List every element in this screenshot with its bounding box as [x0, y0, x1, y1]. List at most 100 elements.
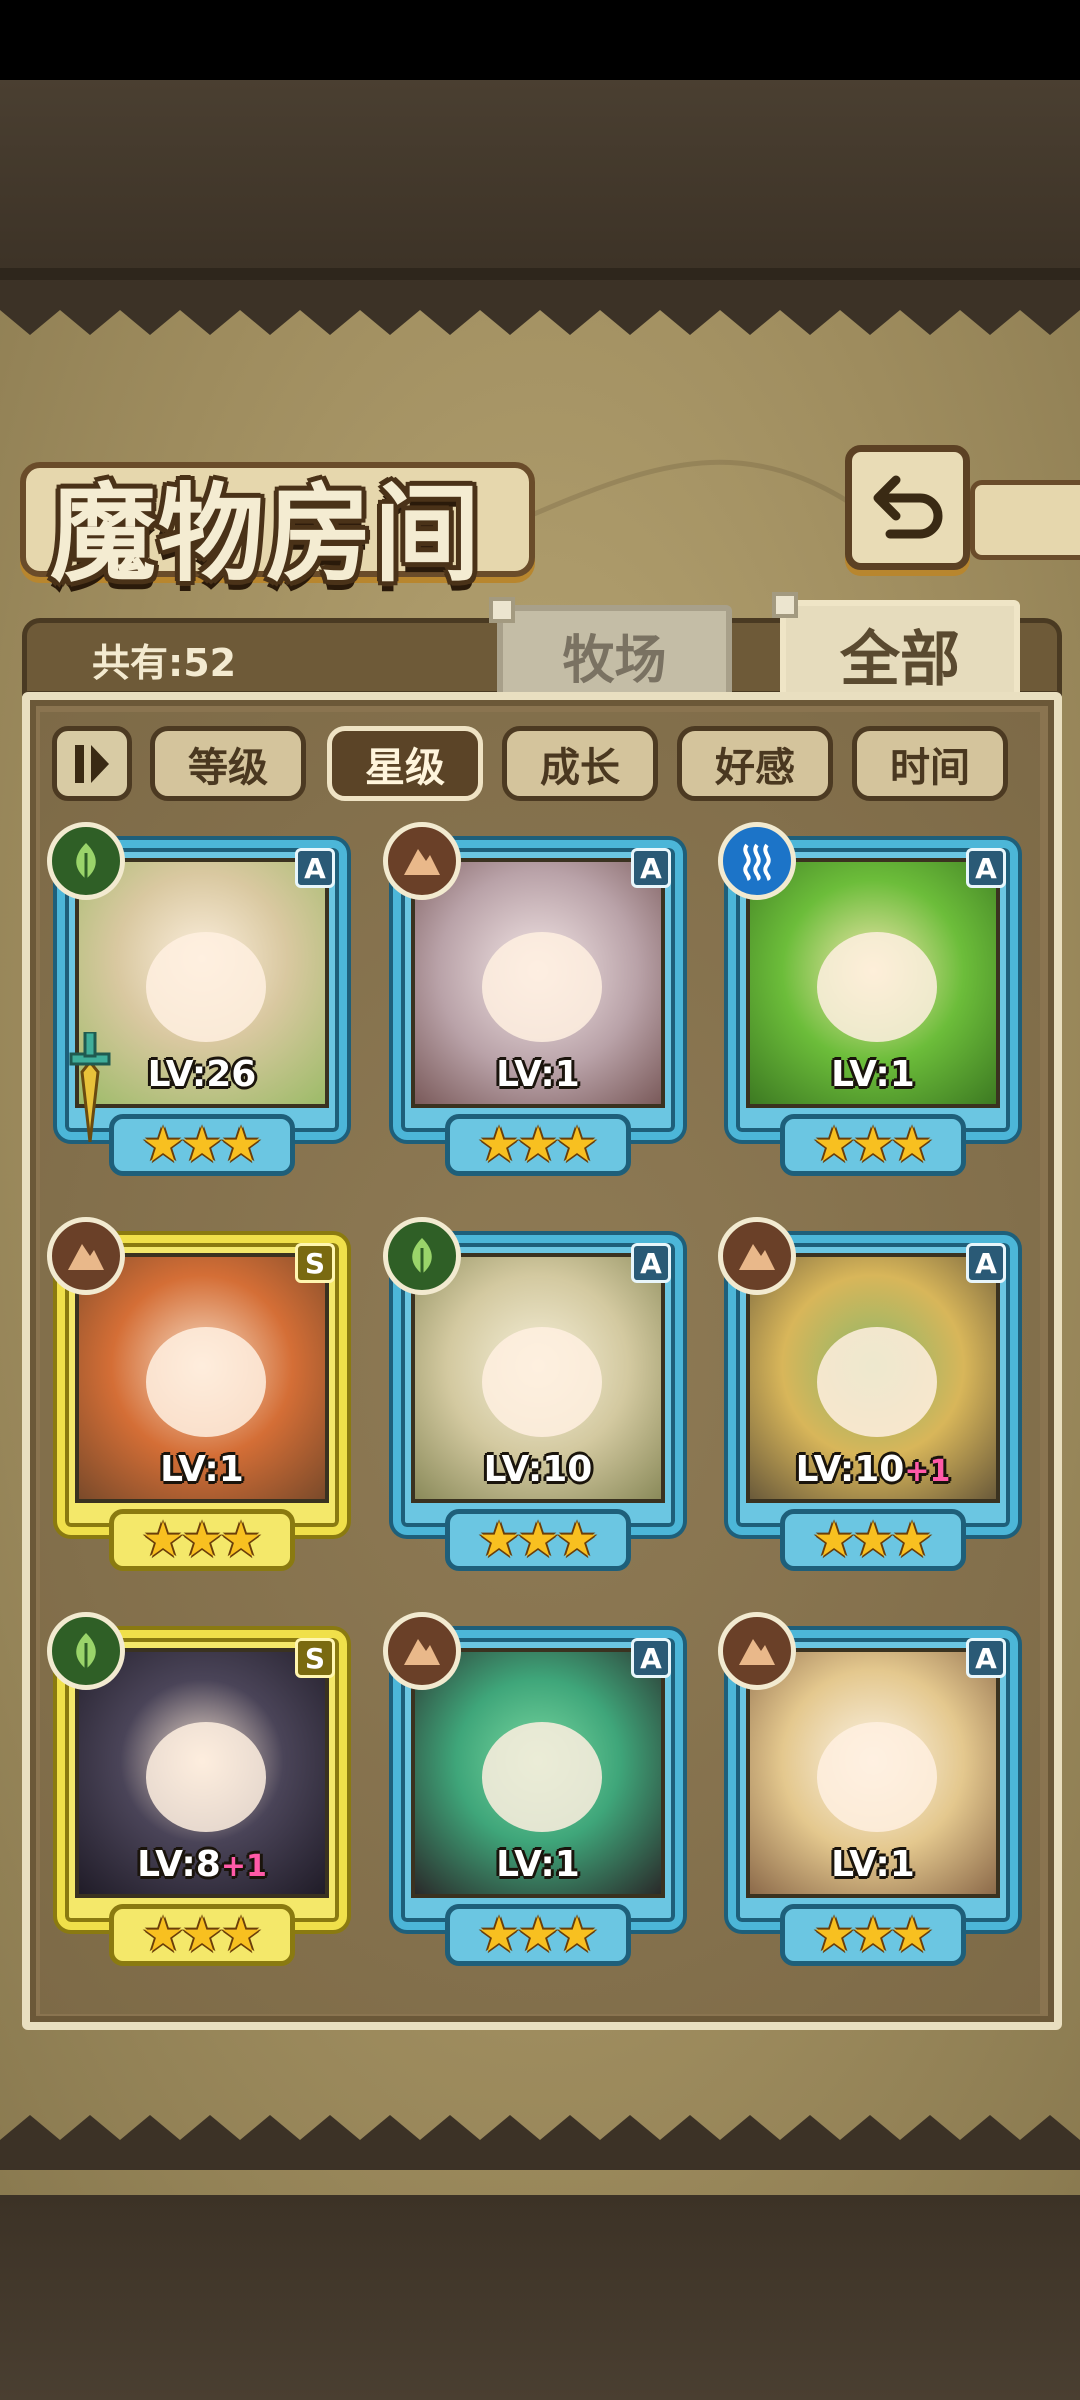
- star-icon: ★: [180, 1117, 224, 1173]
- level-label: LV:26: [75, 1054, 329, 1095]
- map-background-bottom: [0, 2195, 1080, 2400]
- star-icon: ★: [812, 1512, 856, 1568]
- level-label: LV:10+1: [746, 1449, 1000, 1490]
- filter-star[interactable]: 星级: [327, 726, 483, 801]
- monster-card[interactable]: S LV:8+1 ★ ★ ★: [47, 1612, 357, 1977]
- rank-badge: A: [966, 1243, 1006, 1283]
- star-icon: ★: [890, 1117, 934, 1173]
- leaf-icon: [383, 1217, 461, 1295]
- mountain-icon: [383, 822, 461, 900]
- level-label: LV:1: [75, 1449, 329, 1490]
- page-title: 魔物房间: [50, 471, 482, 596]
- monster-card[interactable]: A LV:1 ★ ★ ★: [718, 1612, 1028, 1977]
- level-bonus: +1: [220, 1849, 267, 1884]
- star-icon: ★: [555, 1907, 599, 1963]
- star-icon: ★: [812, 1907, 856, 1963]
- level-label: LV:1: [746, 1844, 1000, 1885]
- return-arrow-icon: [873, 475, 942, 538]
- star-icon: ★: [141, 1117, 185, 1173]
- monster-card[interactable]: A LV:1 ★ ★ ★: [383, 1612, 693, 1977]
- star-icon: ★: [812, 1117, 856, 1173]
- level-label: LV:1: [411, 1844, 665, 1885]
- star-icon: ★: [219, 1907, 263, 1963]
- star-icon: ★: [851, 1512, 895, 1568]
- monster-count: 共有:52: [92, 641, 237, 685]
- level-value: LV:1: [160, 1449, 244, 1490]
- star-icon: ★: [141, 1512, 185, 1568]
- monster-card[interactable]: S LV:1 ★ ★ ★: [47, 1217, 357, 1582]
- level-value: LV:1: [831, 1054, 915, 1095]
- filter-time[interactable]: 时间: [852, 726, 1008, 801]
- torn-edge-top: [0, 280, 1080, 335]
- monster-card[interactable]: A LV:10 ★ ★ ★: [383, 1217, 693, 1582]
- monster-card[interactable]: A LV:10+1 ★ ★ ★: [718, 1217, 1028, 1582]
- star-icon: ★: [180, 1512, 224, 1568]
- level-value: LV:10: [483, 1449, 593, 1490]
- filter-affection[interactable]: 好感: [677, 726, 833, 801]
- mountain-icon: [718, 1612, 796, 1690]
- star-icon: ★: [555, 1117, 599, 1173]
- star-icon: ★: [516, 1117, 560, 1173]
- monster-card[interactable]: A LV:1 ★ ★ ★: [383, 822, 693, 1187]
- level-value: LV:8: [137, 1844, 221, 1885]
- star-icon: ★: [516, 1512, 560, 1568]
- rank-badge: A: [631, 1638, 671, 1678]
- star-rating: ★ ★ ★: [780, 1114, 966, 1176]
- rank-badge: A: [966, 1638, 1006, 1678]
- status-bar: [0, 0, 1080, 80]
- star-icon: ★: [141, 1907, 185, 1963]
- torn-edge-bottom: [0, 2115, 1080, 2170]
- star-icon: ★: [516, 1907, 560, 1963]
- star-rating: ★ ★ ★: [445, 1114, 631, 1176]
- sort-order-toggle[interactable]: [52, 726, 132, 801]
- star-rating: ★ ★ ★: [445, 1509, 631, 1571]
- water-wave-icon: [718, 822, 796, 900]
- leaf-icon: [47, 822, 125, 900]
- rank-badge: S: [295, 1243, 335, 1283]
- star-icon: ★: [851, 1117, 895, 1173]
- star-rating: ★ ★ ★: [445, 1904, 631, 1966]
- star-icon: ★: [477, 1117, 521, 1173]
- level-label: LV:1: [746, 1054, 1000, 1095]
- star-rating: ★ ★ ★: [109, 1114, 295, 1176]
- level-value: LV:10: [795, 1449, 905, 1490]
- star-icon: ★: [219, 1512, 263, 1568]
- star-icon: ★: [180, 1907, 224, 1963]
- level-label: LV:8+1: [75, 1844, 329, 1885]
- star-icon: ★: [851, 1907, 895, 1963]
- rank-badge: A: [966, 848, 1006, 888]
- star-rating: ★ ★ ★: [780, 1509, 966, 1571]
- tab-ranch[interactable]: 牧场: [489, 597, 732, 705]
- leaf-icon: [47, 1612, 125, 1690]
- star-rating: ★ ★ ★: [109, 1509, 295, 1571]
- filter-level[interactable]: 等级: [150, 726, 306, 801]
- star-rating: ★ ★ ★: [109, 1904, 295, 1966]
- monster-card[interactable]: A LV:26 ★ ★ ★: [47, 822, 357, 1187]
- level-value: LV:1: [831, 1844, 915, 1885]
- mountain-icon: [718, 1217, 796, 1295]
- star-icon: ★: [555, 1512, 599, 1568]
- star-rating: ★ ★ ★: [780, 1904, 966, 1966]
- sort-order-icon: [75, 744, 109, 783]
- mountain-icon: [47, 1217, 125, 1295]
- back-button[interactable]: [845, 445, 970, 570]
- star-icon: ★: [890, 1907, 934, 1963]
- star-icon: ★: [219, 1117, 263, 1173]
- level-value: LV:1: [496, 1054, 580, 1095]
- level-bonus: +1: [904, 1454, 951, 1489]
- rank-badge: A: [631, 1243, 671, 1283]
- filter-growth[interactable]: 成长: [502, 726, 658, 801]
- rank-badge: S: [295, 1638, 335, 1678]
- sword-icon: [67, 1030, 113, 1146]
- level-value: LV:26: [147, 1054, 257, 1095]
- rank-badge: A: [295, 848, 335, 888]
- map-background-top: [0, 80, 1080, 280]
- star-icon: ★: [890, 1512, 934, 1568]
- back-plate: [970, 480, 1080, 560]
- rank-badge: A: [631, 848, 671, 888]
- monster-card[interactable]: A LV:1 ★ ★ ★: [718, 822, 1028, 1187]
- star-icon: ★: [477, 1512, 521, 1568]
- level-label: LV:1: [411, 1054, 665, 1095]
- level-label: LV:10: [411, 1449, 665, 1490]
- mountain-icon: [383, 1612, 461, 1690]
